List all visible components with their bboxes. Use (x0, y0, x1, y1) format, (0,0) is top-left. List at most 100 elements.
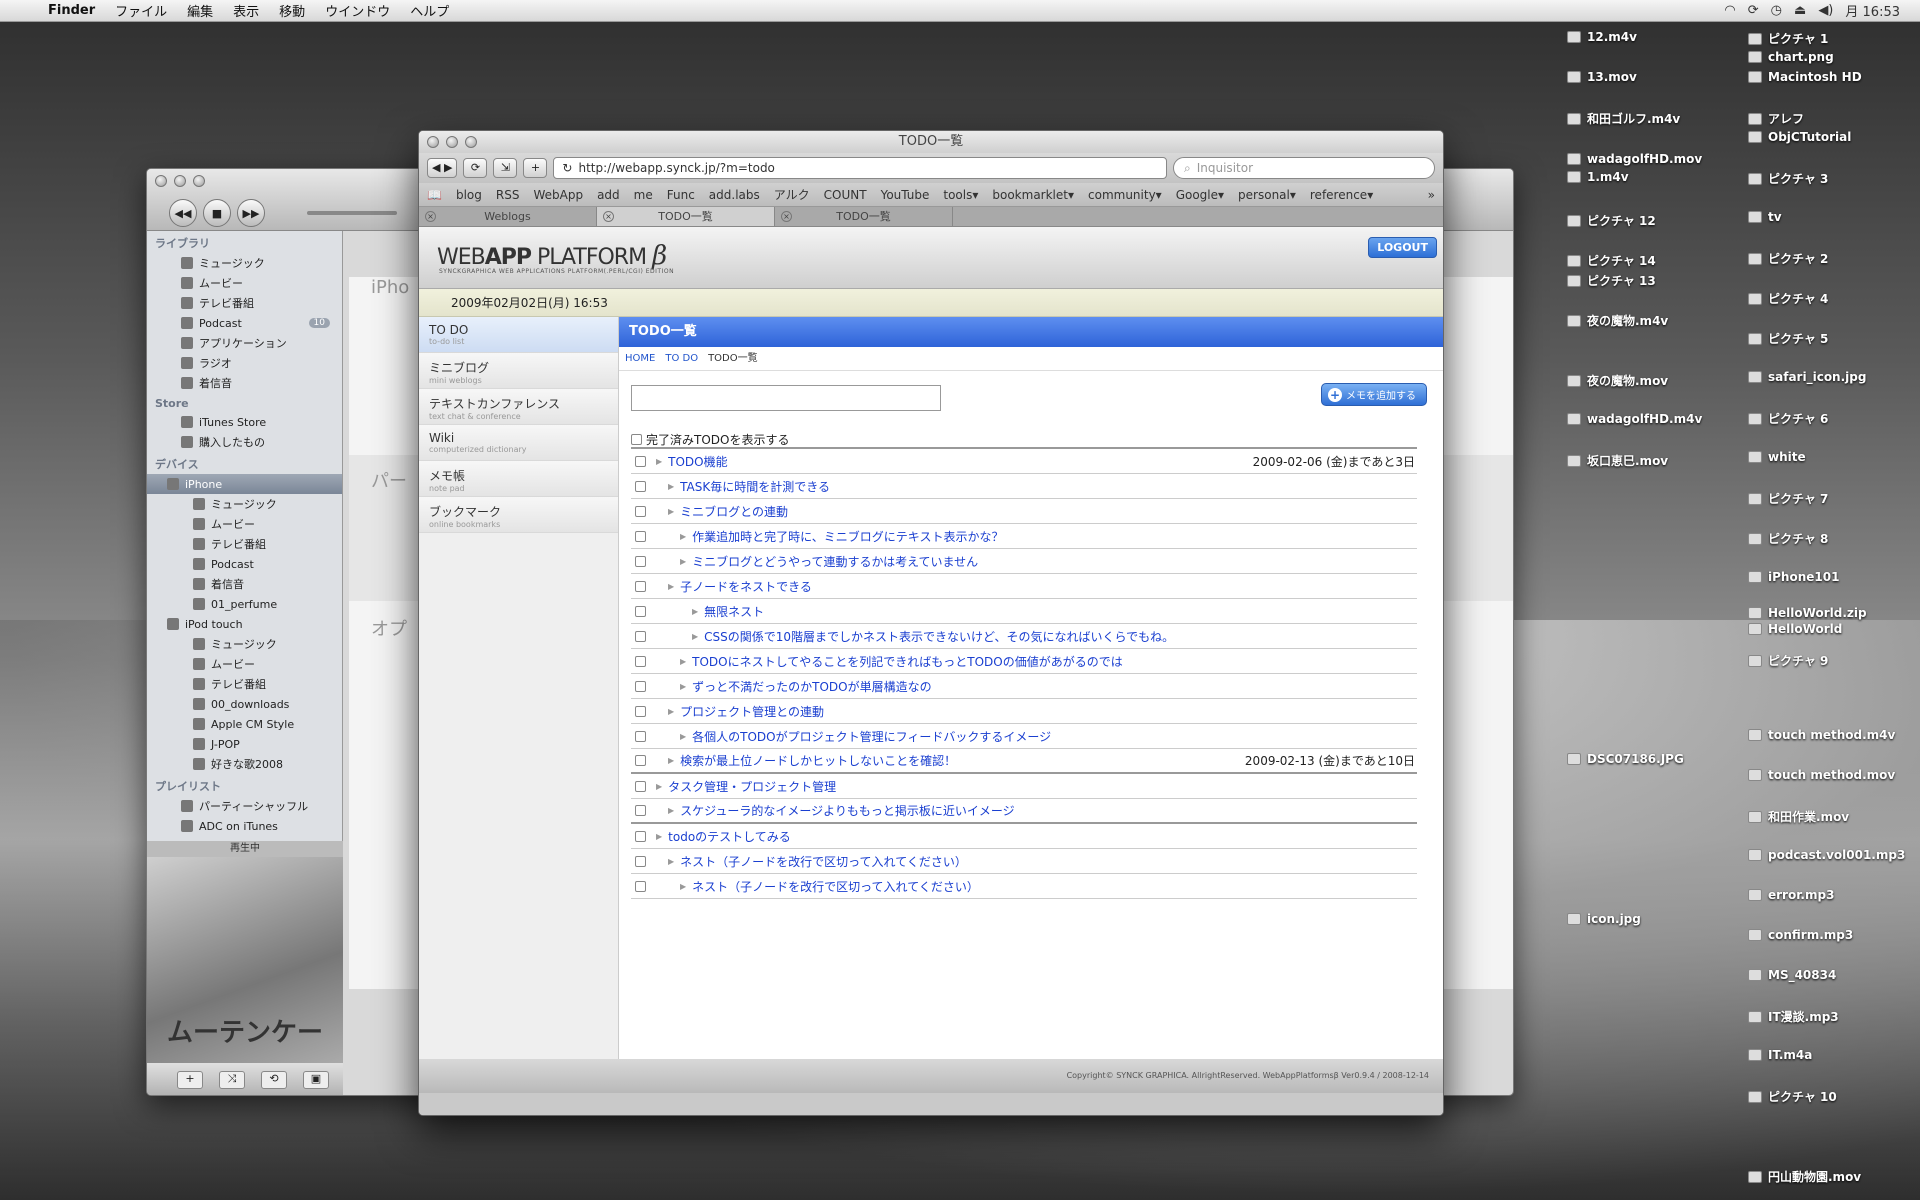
sidebar-item-movies[interactable]: ムービー (147, 273, 342, 293)
desktop-file-icon[interactable]: chart.png (1748, 50, 1834, 64)
todo-checkbox[interactable] (635, 680, 646, 692)
desktop-file-icon[interactable]: ピクチャ 2 (1748, 250, 1828, 267)
volume-icon[interactable]: ◀) (1818, 3, 1833, 18)
sidebar-item-tv[interactable]: テレビ番組 (147, 293, 342, 313)
sidebar-item-music[interactable]: ミュージック (147, 253, 342, 273)
desktop-file-icon[interactable]: wadagolfHD.mov (1567, 152, 1702, 166)
todo-link[interactable]: プロジェクト管理との連動 (680, 703, 824, 720)
logout-button[interactable]: LOGOUT (1368, 237, 1437, 258)
sidebar-item-itunes-store[interactable]: iTunes Store (147, 412, 342, 432)
desktop-file-icon[interactable]: DSC07186.JPG (1567, 752, 1684, 766)
desktop-file-icon[interactable]: ピクチャ 7 (1748, 490, 1828, 507)
webapp-logo[interactable]: WEBAPP PLATFORM β (437, 241, 667, 271)
expand-triangle-icon[interactable]: ▶ (668, 707, 674, 716)
bookmark-tools[interactable]: tools▾ (943, 188, 978, 202)
todo-checkbox[interactable] (635, 880, 646, 892)
desktop-file-icon[interactable]: touch method.m4v (1748, 728, 1895, 742)
zoom-button[interactable] (193, 175, 205, 187)
bookmark-count[interactable]: COUNT (824, 188, 867, 202)
nav-item-wiki[interactable]: Wiki computerized dictionary (419, 425, 618, 461)
todo-checkbox[interactable] (635, 555, 646, 567)
sidebar-item-iphone-music[interactable]: ミュージック (147, 494, 342, 514)
desktop-file-icon[interactable]: confirm.mp3 (1748, 928, 1853, 942)
menu-edit[interactable]: 編集 (177, 1, 223, 20)
desktop-file-icon[interactable]: ピクチャ 9 (1748, 652, 1828, 669)
todo-link[interactable]: TODO機能 (668, 453, 727, 470)
todo-checkbox[interactable] (635, 605, 646, 617)
bookmark-google[interactable]: Google▾ (1176, 188, 1224, 202)
bookmark-addlabs[interactable]: add.labs (709, 188, 760, 202)
zoom-button[interactable] (465, 136, 477, 148)
todo-link[interactable]: スケジューラ的なイメージよりももっと掲示板に近いイメージ (680, 802, 1014, 819)
desktop-file-icon[interactable]: HelloWorld.zip (1748, 606, 1867, 620)
todo-checkbox[interactable] (635, 830, 646, 842)
desktop-file-icon[interactable]: error.mp3 (1748, 888, 1834, 902)
desktop-file-icon[interactable]: アレフ (1748, 110, 1804, 127)
search-field[interactable]: ⌕ Inquisitor (1173, 157, 1435, 179)
snapback-button[interactable]: ⇲ (493, 158, 518, 178)
todo-checkbox[interactable] (635, 855, 646, 867)
more-bookmarks-icon[interactable]: » (1428, 188, 1435, 202)
tab-todo-1[interactable]: × TODO一覧 (597, 207, 775, 226)
minimize-button[interactable] (174, 175, 186, 187)
breadcrumb-todo[interactable]: TO DO (665, 347, 698, 370)
bookmark-webapp[interactable]: WebApp (533, 188, 583, 202)
reload-button[interactable]: ⟳ (463, 158, 488, 178)
repeat-icon[interactable]: ⟲ (261, 1071, 287, 1089)
expand-triangle-icon[interactable]: ▶ (680, 882, 686, 891)
bookmarks-book-icon[interactable]: 📖 (427, 188, 442, 202)
sync-icon[interactable]: ⟳ (1748, 3, 1759, 18)
nav-item-bookmarks[interactable]: ブックマーク online bookmarks (419, 497, 618, 533)
nav-item-notepad[interactable]: メモ帳 note pad (419, 461, 618, 497)
back-button[interactable]: ◀ ▶ (427, 158, 458, 178)
sidebar-item-iphone-movies[interactable]: ムービー (147, 514, 342, 534)
todo-link[interactable]: ネスト（子ノードを改行で区切って入れてください） (680, 853, 967, 870)
add-memo-button[interactable]: + メモを追加する (1321, 383, 1427, 406)
expand-triangle-icon[interactable]: ▶ (668, 582, 674, 591)
desktop-file-icon[interactable]: MS_40834 (1748, 968, 1836, 982)
todo-checkbox[interactable] (635, 455, 646, 467)
menu-window[interactable]: ウインドウ (315, 1, 400, 20)
add-playlist-icon[interactable]: + (177, 1071, 203, 1089)
desktop-file-icon[interactable]: tv (1748, 210, 1782, 224)
desktop-file-icon[interactable]: 坂口恵巳.mov (1567, 452, 1668, 469)
expand-triangle-icon[interactable]: ▶ (692, 632, 698, 641)
desktop-file-icon[interactable]: 夜の魔物.mov (1567, 372, 1668, 389)
desktop-file-icon[interactable]: podcast.vol001.mp3 (1748, 848, 1905, 862)
desktop-file-icon[interactable]: ピクチャ 12 (1567, 212, 1656, 229)
bookmark-community[interactable]: community▾ (1088, 188, 1162, 202)
sidebar-item-iphone-ringtones[interactable]: 着信音 (147, 574, 342, 594)
todo-checkbox[interactable] (635, 505, 646, 517)
todo-link[interactable]: タスク管理・プロジェクト管理 (668, 778, 836, 795)
desktop-file-icon[interactable]: 和田作業.mov (1748, 808, 1849, 825)
desktop-file-icon[interactable]: safari_icon.jpg (1748, 370, 1866, 384)
sidebar-item-adc[interactable]: ADC on iTunes (147, 816, 342, 836)
todo-checkbox[interactable] (635, 655, 646, 667)
nav-item-text-conference[interactable]: テキストカンファレンス text chat & conference (419, 389, 618, 425)
sidebar-item-ipod-playlist-4[interactable]: 好きな歌2008 (147, 754, 342, 774)
artwork-toggle-icon[interactable]: ▣ (303, 1071, 329, 1089)
todo-link[interactable]: todoのテストしてみる (668, 828, 791, 845)
memo-input[interactable] (631, 385, 941, 411)
add-bookmark-button[interactable]: + (523, 158, 548, 178)
expand-triangle-icon[interactable]: ▶ (680, 732, 686, 741)
wifi-icon[interactable]: ◠ (1724, 3, 1735, 18)
todo-link[interactable]: ずっと不満だったのかTODOが単層構造なの (692, 678, 931, 695)
desktop-file-icon[interactable]: wadagolfHD.m4v (1567, 412, 1702, 426)
sidebar-item-party-shuffle[interactable]: パーティーシャッフル (147, 796, 342, 816)
sidebar-item-iphone-tv[interactable]: テレビ番組 (147, 534, 342, 554)
todo-link[interactable]: 子ノードをネストできる (680, 578, 812, 595)
bookmark-blog[interactable]: blog (456, 188, 482, 202)
bookmark-reference[interactable]: reference▾ (1310, 188, 1373, 202)
menu-go[interactable]: 移動 (269, 1, 315, 20)
expand-triangle-icon[interactable]: ▶ (680, 532, 686, 541)
desktop-file-icon[interactable]: ピクチャ 5 (1748, 330, 1828, 347)
expand-triangle-icon[interactable]: ▶ (680, 657, 686, 666)
todo-checkbox[interactable] (635, 805, 646, 816)
todo-link[interactable]: ネスト（子ノードを改行で区切って入れてください） (692, 878, 979, 895)
close-tab-icon[interactable]: × (425, 211, 436, 222)
menubar-clock[interactable]: 月 16:53 (1845, 1, 1900, 20)
previous-track-icon[interactable]: ◀◀ (169, 199, 197, 227)
todo-link[interactable]: 検索が最上位ノードしかヒットしないことを確認！ (680, 752, 956, 769)
sidebar-item-iphone[interactable]: iPhone (147, 474, 342, 494)
